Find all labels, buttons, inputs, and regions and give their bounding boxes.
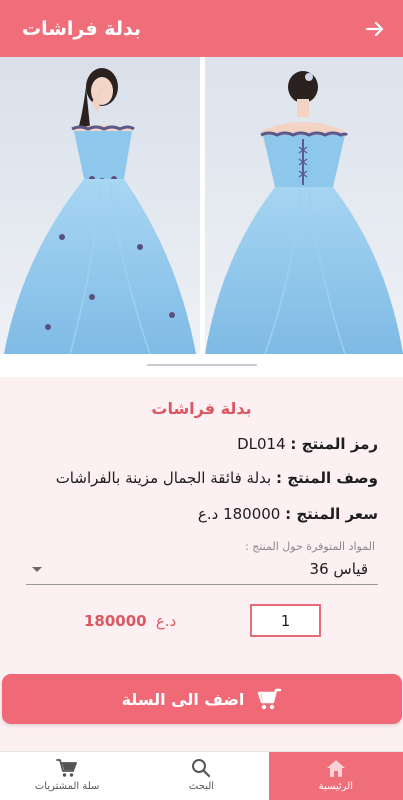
product-code-value: DL014: [237, 435, 286, 453]
product-description-row: وصف المنتج : بدلة فائقة الجمال مزينة بال…: [56, 469, 378, 487]
product-code-label: رمز المنتج :: [290, 435, 378, 453]
size-select-value: قياس 36: [309, 560, 368, 578]
nav-item-home[interactable]: الرئيسية: [268, 752, 403, 800]
nav-item-search[interactable]: البحث: [134, 752, 268, 800]
nav-item-cart[interactable]: سلة المشتريات: [0, 752, 134, 800]
line-total-value: 180000: [84, 612, 147, 630]
line-total-currency: د.ع: [155, 612, 177, 630]
image-watermark: [0, 360, 403, 370]
nav-label-search: البحث: [188, 781, 215, 792]
search-icon: [192, 759, 211, 778]
product-description-label: وصف المنتج :: [275, 469, 378, 487]
product-price-currency: د.ع: [197, 505, 219, 523]
bottom-navigation: سلة المشتريات البحث الرئيسية: [0, 751, 403, 800]
product-photo-front: [0, 57, 200, 354]
cart-icon: [258, 688, 282, 710]
add-to-cart-button[interactable]: اضف الى السلة: [2, 674, 402, 724]
product-description-value: بدلة فائقة الجمال مزينة بالفراشات: [55, 469, 272, 487]
quantity-value: 1: [280, 611, 291, 630]
product-name: بدلة فراشات: [151, 399, 252, 418]
page-title: بدلة فراشات: [22, 17, 142, 40]
nav-label-cart: سلة المشتريات: [34, 781, 100, 792]
product-price-value: 180000: [223, 505, 281, 523]
product-details: بدلة فراشات رمز المنتج : DL014 وصف المنت…: [0, 377, 403, 751]
product-photo-back: [205, 57, 403, 354]
product-price-label: سعر المنتج :: [285, 505, 378, 523]
quantity-input[interactable]: 1: [250, 604, 321, 637]
size-select[interactable]: قياس 36: [26, 557, 378, 585]
back-button[interactable]: [363, 17, 387, 41]
nav-label-home: الرئيسية: [318, 781, 354, 792]
add-to-cart-label: اضف الى السلة: [121, 689, 245, 709]
line-total: 180000 د.ع: [84, 612, 176, 630]
arrow-right-icon: [365, 21, 384, 36]
product-price-row: سعر المنتج : 180000 د.ع: [198, 505, 378, 523]
product-code-row: رمز المنتج : DL014: [237, 435, 378, 453]
dropdown-arrow-icon: [32, 567, 42, 572]
options-label: المواد المتوفرة حول المنتج :: [245, 540, 375, 553]
app-bar: بدلة فراشات: [0, 0, 403, 57]
product-gallery[interactable]: [0, 57, 403, 377]
home-icon: [326, 760, 345, 777]
cart-icon: [56, 759, 78, 777]
